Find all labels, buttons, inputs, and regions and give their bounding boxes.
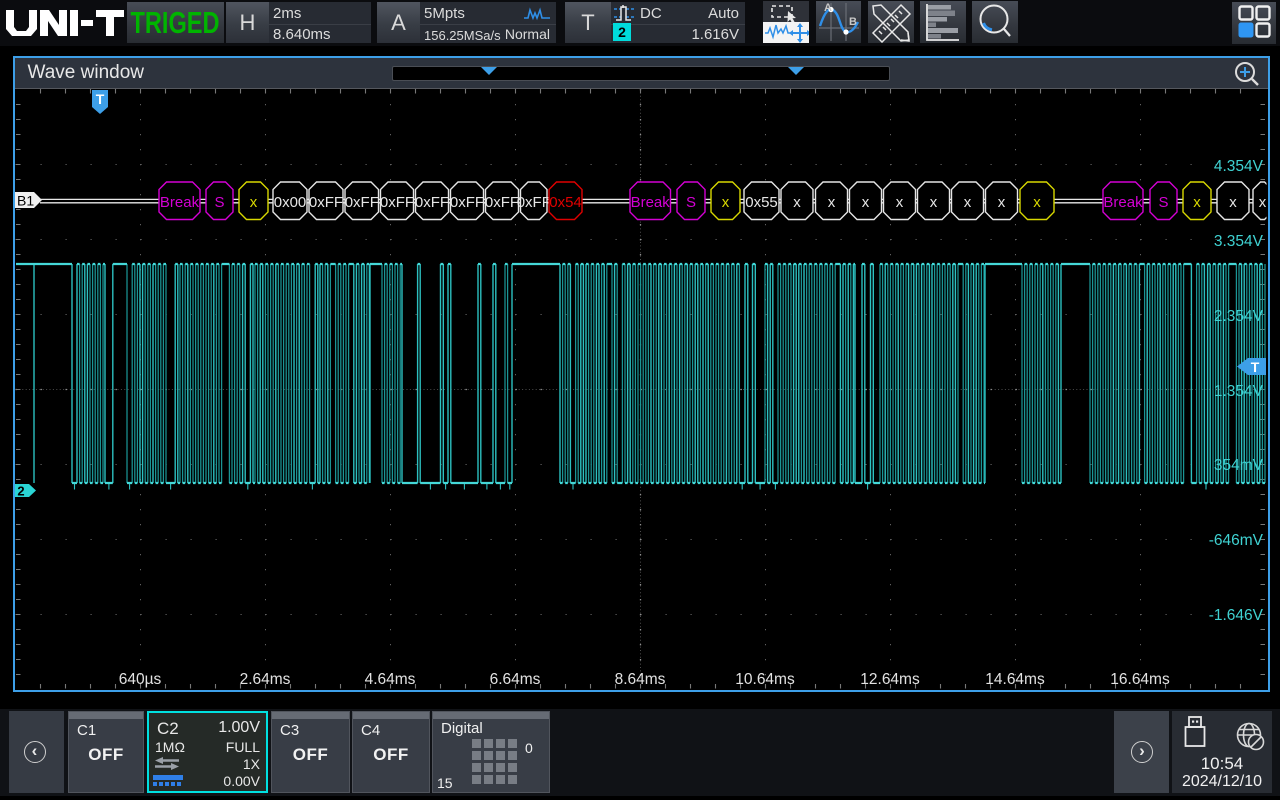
svg-text:0x00: 0x00 <box>274 194 307 211</box>
svg-text:x: x <box>1033 194 1041 211</box>
svg-text:8.64ms: 8.64ms <box>615 671 666 688</box>
svg-text:0xFF: 0xFF <box>345 194 379 211</box>
svg-text:0xFF: 0xFF <box>485 194 519 211</box>
svg-text:x: x <box>722 194 730 211</box>
svg-text:14.64ms: 14.64ms <box>985 671 1045 688</box>
svg-text:640µs: 640µs <box>119 671 162 688</box>
svg-text:0xFF: 0xFF <box>517 194 551 211</box>
svg-text:x: x <box>862 194 870 211</box>
svg-text:x: x <box>1193 194 1201 211</box>
svg-text:x: x <box>1229 194 1237 211</box>
svg-text:x: x <box>896 194 904 211</box>
svg-text:-646mV: -646mV <box>1209 532 1264 549</box>
svg-text:4.354V: 4.354V <box>1214 158 1264 175</box>
svg-text:x: x <box>964 194 972 211</box>
svg-text:1.354V: 1.354V <box>1214 383 1264 400</box>
svg-text:T: T <box>1251 359 1260 375</box>
svg-text:Break: Break <box>160 194 200 211</box>
svg-text:x: x <box>930 194 938 211</box>
svg-text:0x54: 0x54 <box>549 194 582 211</box>
svg-text:x: x <box>250 194 258 211</box>
svg-text:Break: Break <box>1103 194 1143 211</box>
svg-text:3.354V: 3.354V <box>1214 233 1264 250</box>
svg-text:-1.646V: -1.646V <box>1209 607 1264 624</box>
svg-text:0xFF: 0xFF <box>450 194 484 211</box>
svg-text:2: 2 <box>17 484 24 499</box>
svg-text:10.64ms: 10.64ms <box>735 671 795 688</box>
svg-text:6.64ms: 6.64ms <box>490 671 541 688</box>
svg-text:B1: B1 <box>17 193 34 209</box>
svg-text:x: x <box>828 194 836 211</box>
svg-text:2.64ms: 2.64ms <box>240 671 291 688</box>
svg-text:S: S <box>686 194 696 211</box>
svg-text:0x55: 0x55 <box>745 194 778 211</box>
svg-text:S: S <box>214 194 224 211</box>
svg-text:S: S <box>1158 194 1168 211</box>
svg-text:2.354V: 2.354V <box>1214 308 1264 325</box>
svg-text:0xFF: 0xFF <box>309 194 343 211</box>
svg-text:x: x <box>1259 194 1267 211</box>
svg-text:Break: Break <box>631 194 671 211</box>
svg-text:12.64ms: 12.64ms <box>860 671 920 688</box>
svg-text:16.64ms: 16.64ms <box>1110 671 1170 688</box>
svg-text:T: T <box>96 91 105 107</box>
svg-text:354mV: 354mV <box>1214 457 1264 474</box>
svg-text:0xFF: 0xFF <box>380 194 414 211</box>
svg-text:x: x <box>793 194 801 211</box>
svg-text:0xFF: 0xFF <box>415 194 449 211</box>
svg-text:x: x <box>998 194 1006 211</box>
svg-text:4.64ms: 4.64ms <box>365 671 416 688</box>
